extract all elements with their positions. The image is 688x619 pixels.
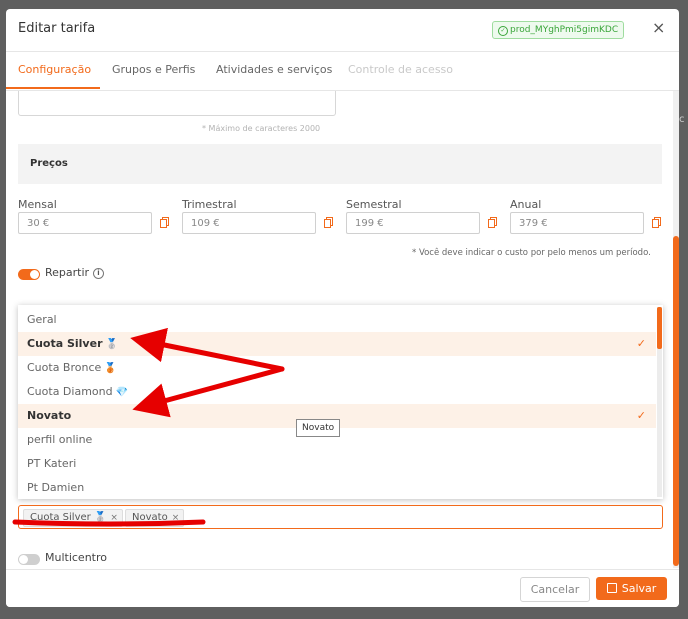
prices-section-title: Preços bbox=[30, 158, 68, 169]
copy-icon[interactable] bbox=[160, 217, 169, 228]
bronze-medal-icon: 🥉 bbox=[104, 363, 117, 374]
remove-tag-icon[interactable]: × bbox=[110, 513, 118, 523]
price-input-anual[interactable]: 379 € bbox=[510, 212, 644, 234]
product-id-text: prod_MYghPmi5gimKDC bbox=[510, 25, 619, 35]
option-label: PT Kateri bbox=[27, 457, 77, 470]
toggle-knob bbox=[30, 270, 39, 279]
selected-tag-cuota-silver: Cuota Silver 🥈 × bbox=[23, 509, 123, 527]
repartir-toggle[interactable] bbox=[18, 269, 40, 280]
option-label: Cuota Bronce bbox=[27, 361, 102, 374]
check-icon: ✓ bbox=[636, 409, 646, 422]
silver-medal-icon: 🥈 bbox=[105, 339, 118, 350]
option-label: perfil online bbox=[27, 433, 93, 446]
diamond-icon: 💎 bbox=[115, 387, 129, 398]
price-input-trimestral[interactable]: 109 € bbox=[182, 212, 316, 234]
price-label-semestral: Semestral bbox=[346, 198, 402, 211]
dropdown-scrollbar[interactable] bbox=[657, 307, 662, 497]
dropdown-option-geral[interactable]: Geral bbox=[18, 308, 656, 332]
close-icon[interactable]: × bbox=[652, 19, 665, 37]
cancel-button[interactable]: Cancelar bbox=[520, 577, 590, 602]
dropdown-option-pt-kateri[interactable]: PT Kateri bbox=[18, 452, 656, 476]
price-input-semestral[interactable]: 199 € bbox=[346, 212, 480, 234]
modal-body: * Máximo de caracteres 2000 Preços Mensa… bbox=[6, 91, 679, 568]
price-label-mensal: Mensal bbox=[18, 198, 57, 211]
save-button[interactable]: Salvar bbox=[596, 577, 667, 600]
remove-tag-icon[interactable]: × bbox=[172, 513, 180, 523]
silver-medal-icon: 🥈 bbox=[93, 512, 107, 523]
save-button-label: Salvar bbox=[621, 582, 657, 595]
price-label-trimestral: Trimestral bbox=[182, 198, 237, 211]
tab-configuracao[interactable]: Configuração bbox=[18, 63, 91, 76]
product-id-badge: ✓ prod_MYghPmi5gimKDC bbox=[492, 21, 625, 39]
dropdown-option-cuota-silver[interactable]: Cuota Silver 🥈 ✓ bbox=[18, 332, 656, 356]
option-label: Cuota Diamond bbox=[27, 385, 113, 398]
option-label: Novato bbox=[27, 409, 72, 422]
option-tooltip: Novato bbox=[296, 419, 341, 437]
edit-rate-modal: Editar tarifa ✓ prod_MYghPmi5gimKDC × Con… bbox=[6, 9, 679, 607]
option-label: Cuota Silver bbox=[27, 337, 103, 350]
dropdown-option-pt-damien[interactable]: Pt Damien bbox=[18, 476, 656, 499]
profiles-dropdown-list: Geral Cuota Silver 🥈 ✓ Cuota Bronce 🥉 Cuota… bbox=[18, 305, 663, 499]
check-icon: ✓ bbox=[636, 337, 646, 350]
price-label-anual: Anual bbox=[510, 198, 542, 211]
description-textarea[interactable] bbox=[18, 91, 336, 116]
profiles-multiselect-input[interactable]: Cuota Silver 🥈 × Novato × bbox=[18, 505, 663, 529]
modal-title: Editar tarifa bbox=[18, 21, 96, 36]
dropdown-option-cuota-bronce[interactable]: Cuota Bronce 🥉 bbox=[18, 356, 656, 380]
period-required-note: * Você deve indicar o custo por pelo men… bbox=[412, 248, 651, 258]
option-label: Geral bbox=[27, 313, 57, 326]
multicentro-toggle[interactable] bbox=[18, 554, 40, 565]
active-tab-indicator bbox=[6, 87, 100, 89]
modal-header: Editar tarifa ✓ prod_MYghPmi5gimKDC × bbox=[6, 9, 679, 52]
tab-grupos-e-perfis[interactable]: Grupos e Perfis bbox=[112, 63, 195, 76]
toggle-knob bbox=[19, 555, 28, 564]
tab-controle-de-acesso: Controle de acesso bbox=[348, 63, 454, 76]
copy-icon[interactable] bbox=[652, 217, 661, 228]
background-page-edge: c bbox=[679, 114, 685, 125]
dropdown-option-cuota-diamond[interactable]: Cuota Diamond 💎 bbox=[18, 380, 656, 404]
modal-scrollbar[interactable] bbox=[673, 91, 679, 568]
copy-icon[interactable] bbox=[488, 217, 497, 228]
dropdown-scroll-thumb[interactable] bbox=[657, 307, 662, 349]
repartir-label: Repartir bbox=[45, 266, 90, 279]
tag-label: Novato bbox=[132, 512, 168, 523]
save-icon bbox=[606, 583, 617, 593]
max-chars-note: * Máximo de caracteres 2000 bbox=[202, 124, 321, 133]
info-icon[interactable]: i bbox=[93, 268, 104, 279]
selected-tag-novato: Novato × bbox=[125, 509, 185, 527]
tag-label: Cuota Silver bbox=[30, 512, 91, 523]
modal-footer: Cancelar Salvar bbox=[6, 569, 679, 607]
copy-icon[interactable] bbox=[324, 217, 333, 228]
tab-atividades-e-servicos[interactable]: Atividades e serviços bbox=[216, 63, 332, 76]
multicentro-label: Multicentro bbox=[45, 551, 107, 564]
option-label: Pt Damien bbox=[27, 481, 85, 494]
check-circle-icon: ✓ bbox=[498, 26, 508, 36]
tab-bar: Configuração Grupos e Perfis Atividades … bbox=[6, 52, 679, 91]
price-input-mensal[interactable]: 30 € bbox=[18, 212, 152, 234]
modal-scroll-thumb[interactable] bbox=[673, 236, 679, 566]
prices-section-header: Preços bbox=[18, 144, 662, 184]
